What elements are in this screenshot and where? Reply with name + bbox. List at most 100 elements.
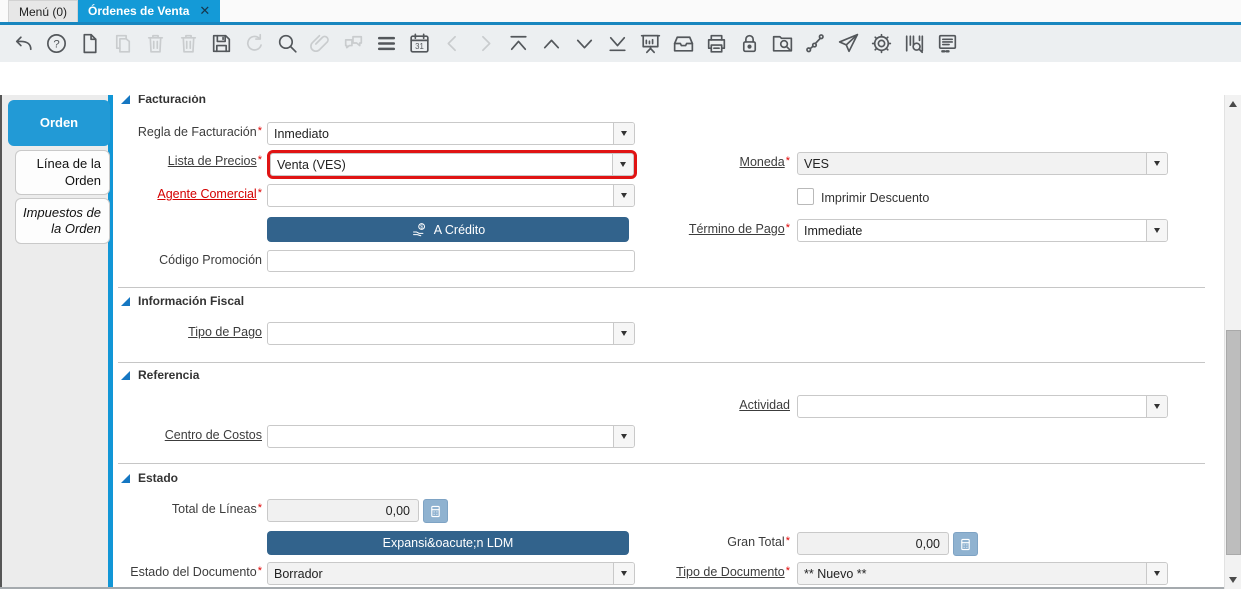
actividad-combo[interactable] (797, 395, 1168, 418)
gran-total-input (797, 532, 949, 555)
lista-precios-input[interactable] (271, 154, 612, 175)
actividad-label[interactable]: Actividad (595, 398, 790, 412)
agente-comercial-input[interactable] (268, 185, 613, 206)
scroll-down-icon[interactable] (1229, 577, 1237, 583)
regla-facturacion-dropdown-button[interactable] (613, 123, 634, 144)
required-marker: * (785, 535, 790, 547)
centro-costos-dropdown-button[interactable] (613, 426, 634, 447)
find-icon[interactable] (274, 31, 300, 57)
tipo-documento-dropdown-button[interactable] (1146, 563, 1167, 584)
moneda-label[interactable]: Moneda* (595, 155, 790, 169)
preferences-icon[interactable] (868, 31, 894, 57)
archive-icon[interactable] (670, 31, 696, 57)
calculator-icon (431, 505, 440, 517)
a-credito-button[interactable]: $ A Crédito (267, 217, 629, 242)
expansion-ldm-button[interactable]: Expansi&oacute;n LDM (267, 531, 629, 555)
vertical-scrollbar[interactable] (1224, 95, 1241, 589)
imprimir-descuento-checkbox[interactable] (797, 188, 814, 205)
chevron-down-icon (1154, 571, 1160, 576)
lock-icon[interactable] (736, 31, 762, 57)
scroll-up-icon[interactable] (1229, 101, 1237, 107)
required-marker: * (257, 565, 262, 577)
send-icon[interactable] (835, 31, 861, 57)
actividad-dropdown-button[interactable] (1146, 396, 1167, 417)
termino-pago-label[interactable]: Término de Pago* (595, 222, 790, 236)
sidebar-tab-linea-de-la-orden[interactable]: Línea de la Orden (15, 150, 110, 195)
estado-documento-combo[interactable] (267, 562, 635, 585)
codigo-promocion-label: Código Promoción (159, 253, 262, 267)
tab-menu[interactable]: Menú (0) (8, 0, 79, 22)
regla-facturacion-input[interactable] (268, 123, 613, 144)
quick-form-icon[interactable] (934, 31, 960, 57)
scrollbar-thumb[interactable] (1226, 330, 1241, 555)
agente-comercial-combo[interactable] (267, 184, 635, 207)
gran-total-calculator-button[interactable] (953, 532, 978, 556)
total-lineas-calculator-button[interactable] (423, 499, 448, 523)
codigo-promocion-input[interactable] (267, 250, 635, 272)
section-divider (118, 362, 1205, 363)
centro-costos-combo[interactable] (267, 425, 635, 448)
moneda-input[interactable] (798, 153, 1146, 174)
product-info-icon[interactable] (901, 31, 927, 57)
required-marker: * (257, 502, 262, 514)
centro-costos-label[interactable]: Centro de Costos (118, 428, 262, 442)
last-record-icon[interactable] (604, 31, 630, 57)
moneda-combo[interactable] (797, 152, 1168, 175)
print-icon[interactable] (703, 31, 729, 57)
zoom-across-icon[interactable] (769, 31, 795, 57)
previous-record-icon[interactable] (538, 31, 564, 57)
centro-costos-input[interactable] (268, 426, 613, 447)
chevron-right-icon (472, 31, 498, 57)
tab-ordenes-de-venta[interactable]: Órdenes de Venta ✕ (78, 0, 221, 22)
actividad-input[interactable] (798, 396, 1146, 417)
collapse-triangle-icon[interactable] (121, 95, 130, 104)
moneda-dropdown-button[interactable] (1146, 153, 1167, 174)
agente-comercial-dropdown-button[interactable] (613, 185, 634, 206)
tipo-pago-input[interactable] (268, 323, 613, 344)
regla-facturacion-label: Regla de Facturación* (137, 125, 262, 139)
termino-pago-input[interactable] (798, 220, 1146, 241)
lista-precios-label[interactable]: Lista de Precios* (118, 154, 262, 168)
credit-hand-coin-icon: $ (412, 223, 425, 237)
collapse-triangle-icon[interactable] (121, 473, 130, 483)
grid-toggle-icon[interactable] (373, 31, 399, 57)
regla-facturacion-combo[interactable] (267, 122, 635, 145)
tipo-documento-combo[interactable] (797, 562, 1168, 585)
undo-icon[interactable] (10, 31, 36, 57)
section-divider (118, 287, 1205, 288)
help-icon[interactable]: ? (43, 31, 69, 57)
sidebar-tab-impuestos-label: Impuestos de la Orden (22, 204, 101, 236)
tipo-documento-label[interactable]: Tipo de Documento* (595, 565, 790, 579)
first-record-icon[interactable] (505, 31, 531, 57)
tipo-pago-combo[interactable] (267, 322, 635, 345)
chevron-left-icon (439, 31, 465, 57)
close-tab-icon[interactable]: ✕ (199, 3, 210, 19)
save-icon[interactable] (208, 31, 234, 57)
tipo-pago-dropdown-button[interactable] (613, 323, 634, 344)
required-marker: * (785, 155, 790, 167)
expansion-ldm-label: Expansi&oacute;n LDM (382, 536, 514, 550)
collapse-triangle-icon[interactable] (121, 296, 130, 306)
total-lineas-label: Total de Líneas* (171, 502, 262, 516)
chevron-down-icon (621, 131, 627, 136)
lista-precios-combo[interactable] (267, 150, 637, 179)
termino-pago-combo[interactable] (797, 219, 1168, 242)
required-marker: * (257, 187, 262, 199)
new-record-icon[interactable] (76, 31, 102, 57)
sidebar-tab-orden[interactable]: Orden (8, 100, 110, 146)
agente-comercial-label[interactable]: Agente Comercial* (118, 187, 262, 201)
sidebar-tab-impuestos-de-la-orden[interactable]: Impuestos de la Orden (15, 198, 110, 244)
termino-pago-dropdown-button[interactable] (1146, 220, 1167, 241)
tipo-pago-label[interactable]: Tipo de Pago (118, 325, 262, 339)
report-icon[interactable] (637, 31, 663, 57)
next-record-icon[interactable] (571, 31, 597, 57)
workflow-icon[interactable] (802, 31, 828, 57)
calendar-icon[interactable]: 31 (406, 31, 432, 57)
collapse-triangle-icon[interactable] (121, 370, 130, 380)
estado-documento-input[interactable] (268, 563, 613, 584)
tipo-documento-input[interactable] (798, 563, 1146, 584)
svg-text:31: 31 (415, 42, 424, 51)
total-lineas-input (267, 499, 419, 522)
delete-record-icon (142, 31, 168, 57)
sidebar-tab-orden-label: Orden (39, 114, 79, 130)
